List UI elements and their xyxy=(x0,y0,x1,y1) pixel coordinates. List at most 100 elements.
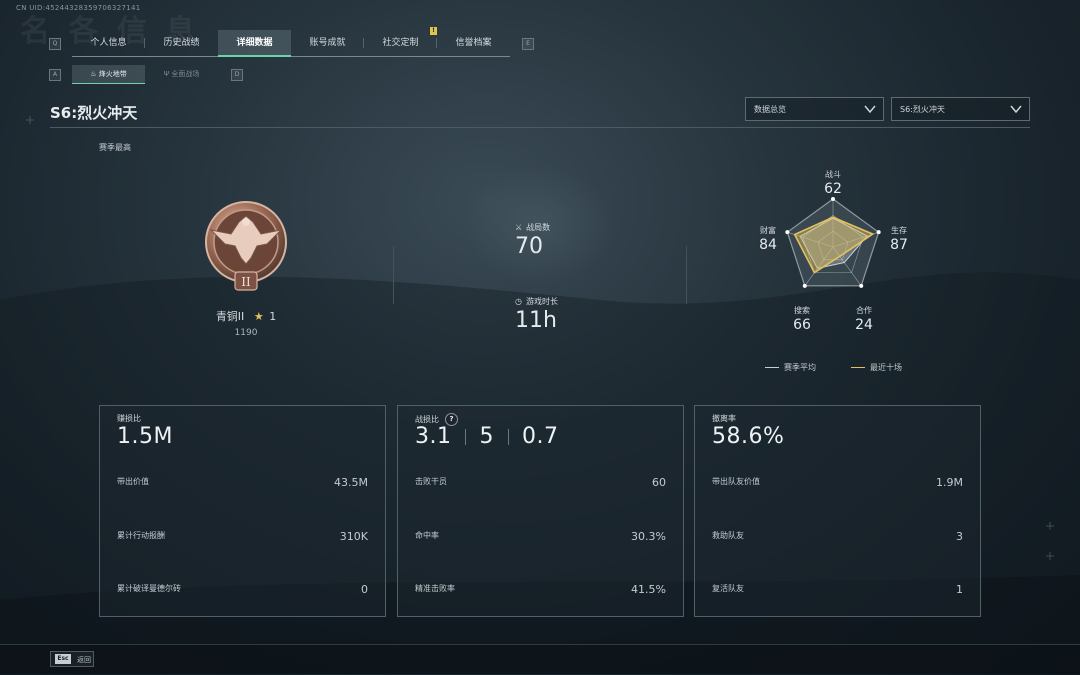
row-value: 1 xyxy=(956,583,963,596)
divider xyxy=(50,127,1030,128)
overview-dropdown[interactable]: 数据总览 xyxy=(745,97,884,121)
chevron-down-icon xyxy=(1010,105,1022,114)
season-title: S6:烈火冲天 xyxy=(50,104,138,122)
stat-row: 精准击败率 41.5% xyxy=(415,583,666,596)
radar-vertex-dot xyxy=(802,283,807,288)
rank-name: 青铜II xyxy=(215,310,245,323)
row-label: 复活队友 xyxy=(712,584,744,593)
tab-next-key[interactable]: E xyxy=(522,38,534,50)
playtime-stat-label: ◷ 游戏时长 xyxy=(515,296,558,307)
stat-row: 命中率 30.3% xyxy=(415,530,666,543)
row-value: 0 xyxy=(361,583,368,596)
tab-label: 详细数据 xyxy=(236,38,273,48)
row-label: 累计行动报酬 xyxy=(117,531,165,540)
row-value: 43.5M xyxy=(334,476,368,489)
tab-label: 账号成就 xyxy=(309,38,346,48)
antenna-icon: Ψ xyxy=(163,70,170,78)
row-label: 累计破译曼德尔砖 xyxy=(117,584,181,593)
tab-label: 个人信息 xyxy=(90,38,127,48)
subtab-full-battlefield[interactable]: Ψ 全面战场 xyxy=(145,65,218,83)
card-value-group: 3.1 5 0.7 xyxy=(415,424,559,449)
kd-value: 3.1 xyxy=(415,424,452,449)
card-title: 撤离率 xyxy=(712,414,736,423)
legend-season-avg: 赛季平均 xyxy=(765,362,816,373)
legend-line xyxy=(851,367,865,368)
subtab-label: 全面战场 xyxy=(171,70,200,78)
tab-personal-info[interactable]: 个人信息 xyxy=(72,30,145,56)
radar-label-survival: 生存 xyxy=(891,226,907,235)
row-value: 1.9M xyxy=(936,476,963,489)
row-value: 41.5% xyxy=(631,583,666,596)
stat-card-combat-ratio: 战损比 ? 3.1 5 0.7 击败干员 60 命中率 30.3% 精准击败率 41.… xyxy=(397,405,684,617)
row-label: 救助队友 xyxy=(712,531,744,540)
row-value: 310K xyxy=(339,530,368,543)
radar-value-teamwork: 24 xyxy=(855,317,873,333)
tab-detailed-data[interactable]: 详细数据 xyxy=(218,30,291,57)
radar-label-teamwork: 合作 xyxy=(856,306,872,315)
stat-row: 带出价值 43.5M xyxy=(117,476,368,489)
timer-icon: ◷ xyxy=(515,297,522,306)
row-label: 带出价值 xyxy=(117,477,149,486)
radar-chart xyxy=(785,197,881,288)
divider xyxy=(393,246,394,304)
card-title: 赚损比 xyxy=(117,414,141,423)
back-label: 返回 xyxy=(77,656,91,664)
main-tabs: 个人信息 历史战绩 详细数据 账号成就 社交定制 信誉档案 xyxy=(72,30,510,57)
row-label: 击败干员 xyxy=(415,477,447,486)
radar-value-wealth: 84 xyxy=(759,237,777,253)
rank-stars: 1 xyxy=(269,310,277,323)
stat-row: 击败干员 60 xyxy=(415,476,666,489)
value-separator xyxy=(507,429,509,445)
subtab-firezone[interactable]: ♨ 烽火地带 xyxy=(72,65,145,84)
legend-line xyxy=(765,367,779,368)
row-value: 60 xyxy=(652,476,666,489)
row-value: 3 xyxy=(956,530,963,543)
season-dropdown[interactable]: S6:烈火冲天 xyxy=(891,97,1030,121)
radar-value-search: 66 xyxy=(793,317,811,333)
card-value: 58.6% xyxy=(712,424,785,449)
dropdown-value: 数据总览 xyxy=(754,105,786,114)
season-best-label: 赛季最高 xyxy=(99,143,131,152)
kills-value: 5 xyxy=(479,424,494,449)
radar-value-survival: 87 xyxy=(890,237,908,253)
legend-recent: 最近十场 xyxy=(851,362,902,373)
tab-reputation[interactable]: 信誉档案 xyxy=(437,30,510,56)
legend-label: 最近十场 xyxy=(870,363,902,372)
stat-card-profit: 赚损比 1.5M 带出价值 43.5M 累计行动报酬 310K 累计破译曼德尔砖 0 xyxy=(99,405,386,617)
value-separator xyxy=(465,429,466,445)
tab-history[interactable]: 历史战绩 xyxy=(145,30,218,56)
mode-subtabs: ♨ 烽火地带 Ψ 全面战场 xyxy=(72,65,218,84)
tab-achievements[interactable]: 账号成就 xyxy=(291,30,364,56)
subtab-prev-key[interactable]: A xyxy=(49,69,61,81)
stat-row: 救助队友 3 xyxy=(712,530,963,543)
stat-row: 累计行动报酬 310K xyxy=(117,530,368,543)
tab-social-custom[interactable]: 社交定制 xyxy=(364,30,437,56)
tab-label: 社交定制 xyxy=(382,38,419,48)
card-value: 1.5M xyxy=(117,424,173,449)
rank-points: 1190 xyxy=(234,328,258,338)
radar-value-combat: 62 xyxy=(824,181,842,197)
radar-label-combat: 战斗 xyxy=(825,170,841,179)
label-text: 游戏时长 xyxy=(525,297,558,306)
label-text: 战局数 xyxy=(526,223,551,232)
legend-label: 赛季平均 xyxy=(784,363,816,372)
tab-label: 信誉档案 xyxy=(455,38,492,48)
matches-stat-label: ⚔ 战局数 xyxy=(515,222,550,233)
rank-info: 青铜II ★ 1 xyxy=(196,308,296,324)
stat-card-extraction: 撤离率 58.6% 带出队友价值 1.9M 救助队友 3 复活队友 1 xyxy=(694,405,981,617)
rank-emblem: II xyxy=(205,201,287,291)
notification-badge: ! xyxy=(430,27,437,35)
divider xyxy=(686,246,687,304)
tab-prev-key[interactable]: Q xyxy=(49,38,61,50)
stat-row: 复活队友 1 xyxy=(712,583,963,596)
back-button[interactable]: Esc 返回 xyxy=(50,651,94,667)
footer-bar xyxy=(0,644,1080,675)
radar-label-search: 搜索 xyxy=(794,306,810,315)
campfire-icon: ♨ xyxy=(90,70,97,78)
tab-label: 历史战绩 xyxy=(163,38,200,48)
crossed-swords-icon: ⚔ xyxy=(515,223,523,232)
subtab-next-key[interactable]: D xyxy=(231,69,243,81)
emblem-numeral: II xyxy=(241,275,251,289)
deaths-value: 0.7 xyxy=(522,424,559,449)
row-value: 30.3% xyxy=(631,530,666,543)
